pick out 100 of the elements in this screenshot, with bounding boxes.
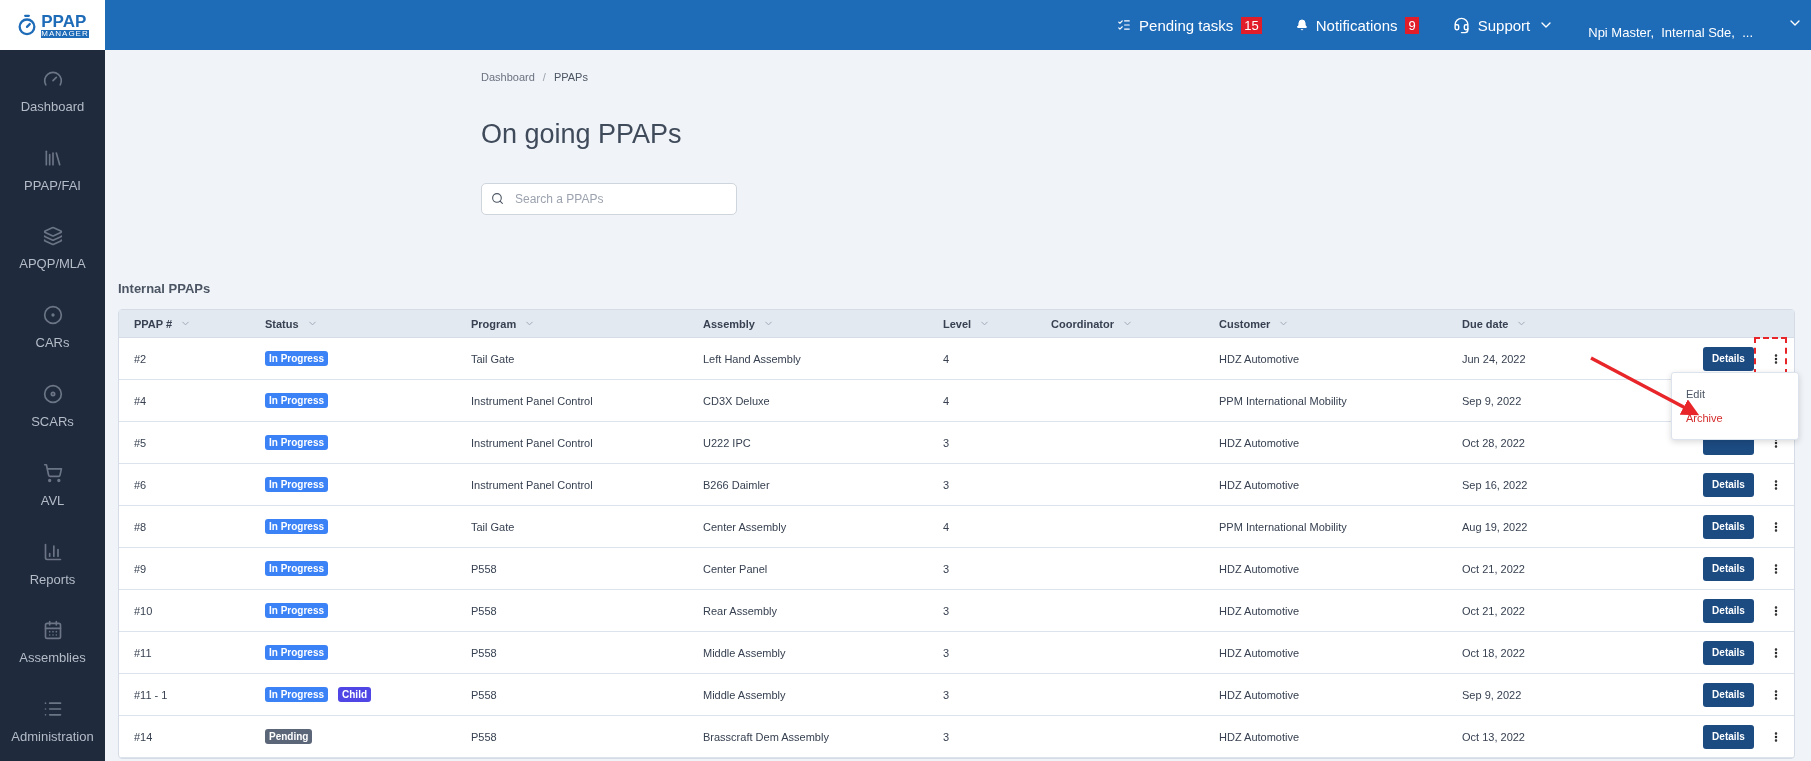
details-button[interactable]: Details [1703, 640, 1754, 665]
table-cell-text: HDZ Automotive [1219, 436, 1301, 449]
search-field[interactable]: Search a PPAPs [481, 183, 737, 215]
status-badge: In Progress [265, 687, 329, 702]
status-badge: In Progress [265, 351, 329, 366]
table-cell-text: 3 [943, 730, 951, 743]
sidebar-item[interactable]: APQP/MLA [0, 209, 105, 289]
table-cell-text: #9 [134, 562, 148, 575]
table-cell-text: #5 [134, 436, 148, 449]
sidebar-item[interactable]: AVL [0, 445, 105, 525]
table-cell-text: Instrument Panel Control [471, 436, 594, 449]
column-header[interactable]: Status [265, 317, 299, 330]
sidebar-item[interactable]: Dashboard [0, 52, 105, 131]
breadcrumb-link[interactable]: Dashboard [481, 71, 535, 83]
status-badge: In Progress [265, 561, 329, 576]
column-header[interactable]: Customer [1219, 317, 1271, 330]
disc-icon [42, 384, 63, 404]
details-button[interactable]: Details [1703, 598, 1754, 623]
table-cell-text: PPM International Mobility [1219, 394, 1348, 407]
topbar-link[interactable]: Support [1477, 16, 1531, 34]
column-header[interactable]: Assembly [703, 317, 755, 330]
status-badge: In Progress [265, 645, 329, 660]
page-title: On going PPAPs [481, 118, 683, 150]
column-header[interactable]: Due date [1462, 317, 1509, 330]
table-cell-text: #10 [134, 604, 154, 617]
topbar-link[interactable]: Notifications [1315, 16, 1398, 34]
table-cell-text: P558 [471, 604, 498, 617]
status-badge: In Progress [265, 435, 329, 450]
details-button[interactable]: Details [1703, 346, 1754, 371]
table-cell-text: Sep 16, 2022 [1462, 478, 1529, 491]
table-cell-text: 3 [943, 436, 951, 449]
table-cell-text: Sep 9, 2022 [1462, 394, 1523, 407]
table-cell-text: P558 [471, 562, 498, 575]
table-cell-text: HDZ Automotive [1219, 478, 1301, 491]
table-cell-text: Middle Assembly [703, 688, 787, 701]
sidebar-item[interactable]: SCARs [0, 367, 105, 446]
status-badge: Child [338, 687, 372, 702]
table-cell-text: Oct 13, 2022 [1462, 730, 1526, 743]
table-cell-text: Oct 18, 2022 [1462, 646, 1526, 659]
table-cell-text: CD3X Deluxe [703, 394, 771, 407]
table-cell-text: Left Hand Assembly [703, 352, 802, 365]
table-cell-text: 3 [943, 562, 951, 575]
column-header[interactable]: Level [943, 317, 972, 330]
calendar-icon [42, 620, 63, 641]
table-cell-text: #14 [134, 730, 154, 743]
breadcrumb-link[interactable]: PPAPs [553, 71, 588, 83]
table-cell-text: Brasscraft Dem Assembly [703, 730, 830, 743]
table-cell-text: HDZ Automotive [1219, 646, 1301, 659]
section-title: Internal PPAPs [118, 281, 212, 297]
table-cell-text: Oct 21, 2022 [1462, 604, 1526, 617]
menu-item[interactable]: Edit [1686, 387, 1784, 401]
table-cell-text: 3 [943, 646, 951, 659]
sidebar-item[interactable]: Assemblies [0, 603, 105, 683]
details-button[interactable]: Details [1703, 724, 1754, 749]
status-badge: In Progress [265, 477, 329, 492]
table-cell-text: HDZ Automotive [1219, 730, 1301, 743]
table-cell-text: P558 [471, 646, 498, 659]
table-cell-text: #11 [134, 646, 153, 659]
table-cell-text: 4 [943, 394, 951, 407]
table-cell-text: Middle Assembly [703, 646, 787, 659]
search-icon [491, 192, 504, 205]
status-badge: In Progress [265, 393, 329, 408]
headset-icon [1452, 16, 1470, 34]
sidebar-item[interactable]: Reports [0, 524, 105, 604]
layers-icon [42, 226, 63, 247]
table-cell-text: Sep 9, 2022 [1462, 688, 1523, 701]
table-cell-text: P558 [471, 688, 498, 701]
cart-icon [42, 462, 63, 483]
table-cell-text: Rear Assembly [703, 604, 778, 617]
bar-chart-icon [42, 541, 63, 562]
table-cell-text: Aug 19, 2022 [1462, 520, 1529, 533]
menu-item[interactable]: Archive [1686, 411, 1784, 425]
column-header[interactable]: PPAP # [134, 317, 173, 330]
column-header[interactable]: Coordinator [1051, 317, 1114, 330]
table-cell-text: Tail Gate [471, 520, 516, 533]
topbar-link[interactable]: Pending tasks [1139, 16, 1234, 34]
details-button[interactable]: Details [1703, 472, 1754, 497]
sidebar-item[interactable]: Administration [0, 682, 105, 761]
bell-icon [1295, 19, 1308, 31]
status-badge: In Progress [265, 519, 329, 534]
status-badge: In Progress [265, 603, 329, 618]
count-badge: 9 [1405, 16, 1419, 34]
details-button[interactable]: Details [1703, 682, 1754, 707]
table-cell-text: P558 [471, 730, 498, 743]
table-cell-text: Oct 21, 2022 [1462, 562, 1526, 575]
sidebar-item[interactable]: PPAP/FAI [0, 130, 105, 210]
table-cell-text: #6 [134, 478, 148, 491]
checklist-icon [1117, 18, 1132, 32]
status-badge: Pending [265, 729, 313, 744]
details-button[interactable]: Details [1703, 556, 1754, 581]
sidebar-item[interactable]: CARs [0, 288, 105, 368]
details-button[interactable]: Details [1703, 514, 1754, 539]
table-cell-text: HDZ Automotive [1219, 562, 1301, 575]
column-header[interactable]: Program [471, 317, 517, 330]
table-cell-text: Center Panel [703, 562, 769, 575]
table-cell-text: HDZ Automotive [1219, 604, 1301, 617]
table-cell-text: B266 Daimler [703, 478, 771, 491]
table-cell-text: #4 [134, 394, 148, 407]
user-name[interactable]: Npi Master, Internal Sde, ... [1588, 24, 1753, 40]
table-cell-text: 3 [943, 604, 951, 617]
